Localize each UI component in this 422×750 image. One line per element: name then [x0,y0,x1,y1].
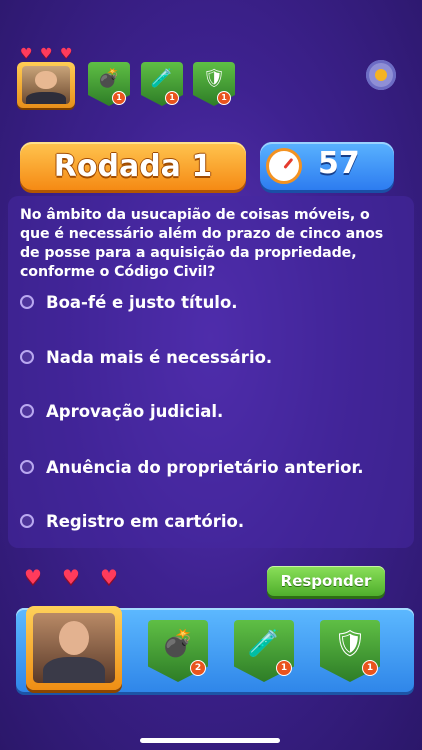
answer-option-label: Nada mais é necessário. [46,347,273,367]
potion-icon: 🧪 [247,628,281,659]
answer-option-5[interactable]: Registro em cartório. [20,506,244,536]
player-heart-2: ♥ [62,565,80,589]
opponent-avatar [17,62,75,108]
shield-icon: 🛡 [202,68,226,90]
player-bomb-count: 2 [190,660,206,676]
answer-option-label: Aprovação judicial. [46,401,224,421]
answer-option-label: Registro em cartório. [46,511,245,531]
timer-value: 57 [318,146,360,181]
player-potion-count: 1 [276,660,292,676]
stopwatch-icon [266,148,302,184]
timer-badge: 57 [260,142,394,190]
answer-option-1[interactable]: Boa-fé e justo título. [20,287,238,317]
answer-option-4[interactable]: Anuência do proprietário anterior. [20,452,364,482]
opponent-heart-2: ♥ [40,46,53,62]
opponent-heart-3: ♥ [60,46,73,62]
answer-option-label: Boa-fé e justo título. [46,292,238,312]
radio-icon[interactable] [20,460,34,474]
answer-option-label: Anuência do proprietário anterior. [46,457,364,477]
answer-option-2[interactable]: Nada mais é necessário. [20,342,272,372]
player-shield-count: 1 [362,660,378,676]
player-avatar [26,606,122,690]
player-heart-3: ♥ [100,565,118,589]
bomb-icon: 💣 [161,628,195,659]
answer-button[interactable]: Responder [267,566,385,596]
shield-icon: 🛡 [333,628,367,659]
opponent-potion-count: 1 [165,91,179,105]
bomb-icon: 💣 [97,68,121,90]
player-heart-1: ♥ [24,565,42,589]
opponent-shield-count: 1 [217,91,231,105]
opponent-heart-1: ♥ [20,46,33,62]
round-label: Rodada 1 [20,142,246,190]
radio-icon[interactable] [20,350,34,364]
answer-option-3[interactable]: Aprovação judicial. [20,396,223,426]
radio-icon[interactable] [20,514,34,528]
opponent-bomb-count: 1 [112,91,126,105]
home-indicator[interactable] [140,738,280,743]
question-text: No âmbito da usucapião de coisas móveis,… [20,207,384,280]
gear-icon[interactable] [366,60,396,90]
radio-icon[interactable] [20,295,34,309]
radio-icon[interactable] [20,404,34,418]
potion-icon: 🧪 [150,68,174,90]
